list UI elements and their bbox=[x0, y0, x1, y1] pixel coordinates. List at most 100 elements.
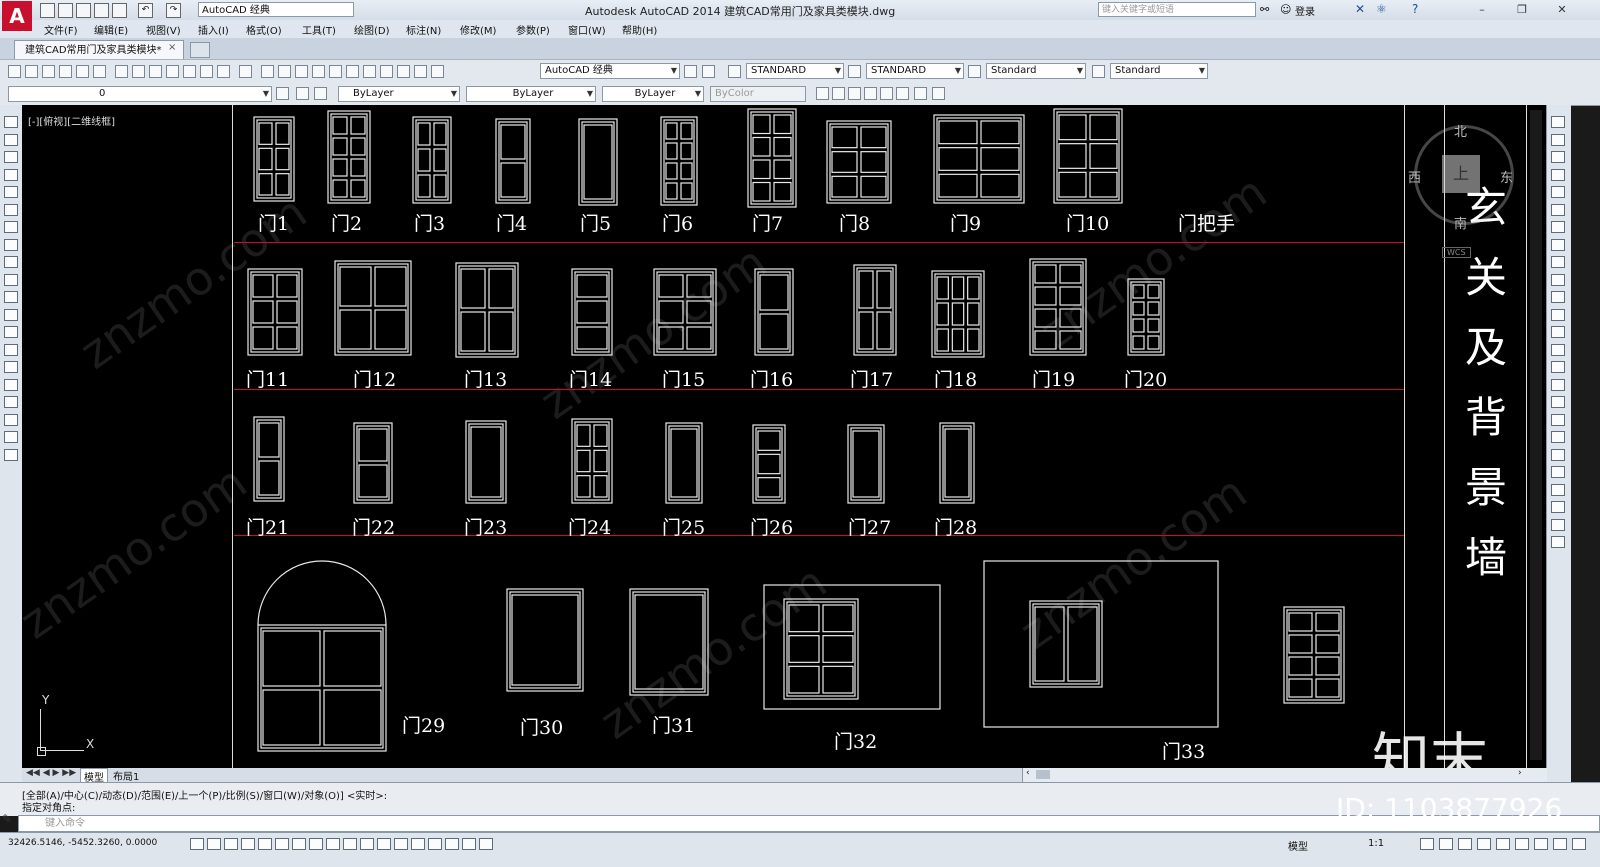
status-toggle-icon[interactable] bbox=[343, 838, 357, 850]
text-style-icon[interactable] bbox=[728, 65, 741, 78]
menu-window[interactable]: 窗口(W) bbox=[568, 22, 606, 37]
open-file-icon[interactable] bbox=[58, 3, 73, 18]
view-icon-7[interactable] bbox=[914, 87, 927, 100]
xline-icon[interactable] bbox=[4, 133, 18, 146]
layer-icon-a[interactable] bbox=[1551, 483, 1565, 496]
break-icon[interactable] bbox=[1551, 326, 1565, 338]
layer-icon-d[interactable] bbox=[1551, 536, 1565, 548]
copy-object-icon[interactable] bbox=[1551, 133, 1565, 146]
point-icon[interactable] bbox=[4, 343, 18, 356]
add-selected-icon[interactable] bbox=[4, 448, 18, 461]
ellipse-arc-icon[interactable] bbox=[4, 291, 18, 303]
extend-icon[interactable] bbox=[1551, 291, 1565, 303]
status-toggle-icon[interactable] bbox=[360, 838, 374, 850]
plot-icon[interactable] bbox=[59, 65, 72, 78]
menu-view[interactable]: 视图(V) bbox=[146, 22, 181, 37]
menu-modify[interactable]: 修改(M) bbox=[460, 22, 496, 37]
publish-icon[interactable] bbox=[93, 65, 106, 78]
offset-icon[interactable] bbox=[1551, 168, 1565, 181]
table-style-combo[interactable]: Standard ▼ bbox=[986, 63, 1086, 79]
mirror-icon[interactable] bbox=[1551, 151, 1565, 163]
zoom-realtime-icon[interactable] bbox=[278, 65, 291, 78]
coordinate-readout[interactable]: 32426.5146, -5452.3260, 0.0000 bbox=[8, 838, 157, 848]
linetype-combo[interactable]: ByLayer ▼ bbox=[466, 86, 596, 102]
menu-format[interactable]: 格式(O) bbox=[246, 22, 282, 37]
open-icon[interactable] bbox=[25, 65, 38, 78]
zoom-previous-icon[interactable] bbox=[312, 65, 325, 78]
pline-icon[interactable] bbox=[4, 151, 18, 163]
menu-edit[interactable]: 编辑(E) bbox=[94, 22, 128, 37]
user-icon[interactable]: ☺ bbox=[1280, 3, 1291, 16]
cut-icon[interactable] bbox=[132, 65, 145, 78]
layer-state-icon[interactable] bbox=[296, 87, 309, 100]
make-block-icon[interactable] bbox=[4, 326, 18, 338]
annotation-scale-button[interactable]: 1:1 bbox=[1368, 838, 1384, 849]
status-toggle-icon[interactable] bbox=[190, 838, 204, 850]
layer-icon-b[interactable] bbox=[1551, 501, 1565, 513]
status-toggle-icon[interactable] bbox=[326, 838, 340, 850]
chamfer-icon[interactable] bbox=[1551, 361, 1565, 373]
view-icon-3[interactable] bbox=[848, 87, 861, 100]
plot-icon[interactable] bbox=[112, 3, 127, 18]
hatch-icon[interactable] bbox=[4, 361, 18, 373]
ellipse-icon[interactable] bbox=[4, 273, 18, 286]
settings-icon[interactable] bbox=[684, 65, 697, 78]
menu-file[interactable]: 文件(F) bbox=[44, 22, 78, 37]
erase-icon[interactable] bbox=[1551, 116, 1565, 128]
viewcube-south[interactable]: 南 bbox=[1454, 213, 1467, 232]
mleader-style-combo[interactable]: Standard ▼ bbox=[1110, 63, 1208, 79]
designcenter-icon[interactable] bbox=[346, 65, 359, 78]
status-toggle-icon[interactable] bbox=[394, 838, 408, 850]
view-icon-6[interactable] bbox=[896, 87, 909, 100]
status-toggle-icon[interactable] bbox=[309, 838, 323, 850]
undo-icon[interactable]: ↶ bbox=[138, 3, 153, 18]
fillet-icon[interactable] bbox=[1551, 378, 1565, 391]
status-toggle-icon[interactable] bbox=[411, 838, 425, 850]
view-icon-4[interactable] bbox=[864, 87, 877, 100]
wcs-menu[interactable]: WCS bbox=[1442, 247, 1471, 258]
mleader-style-icon[interactable] bbox=[1092, 65, 1105, 78]
status-toggle-icon[interactable] bbox=[224, 838, 238, 850]
arc-icon[interactable] bbox=[4, 203, 18, 216]
tab-layout1[interactable]: 布局1 bbox=[110, 768, 142, 783]
view-icon-5[interactable] bbox=[880, 87, 893, 100]
dim-style-icon[interactable] bbox=[848, 65, 861, 78]
layer-combo[interactable]: 0 ▼ bbox=[8, 86, 272, 102]
copy-icon[interactable] bbox=[149, 65, 162, 78]
status-toggle-icon[interactable] bbox=[292, 838, 306, 850]
status-tray-icon[interactable] bbox=[1420, 838, 1434, 850]
save-icon[interactable] bbox=[42, 65, 55, 78]
minimize-button[interactable]: – bbox=[1470, 2, 1494, 17]
status-toggle-icon[interactable] bbox=[207, 838, 221, 850]
paste-icon[interactable] bbox=[166, 65, 179, 78]
login-button[interactable]: 登录 bbox=[1295, 3, 1315, 18]
menu-tools[interactable]: 工具(T) bbox=[302, 22, 336, 37]
binoculars-icon[interactable]: ⚯ bbox=[1260, 3, 1269, 16]
help-icon[interactable] bbox=[431, 65, 444, 78]
region-icon[interactable] bbox=[4, 396, 18, 408]
workspace-settings-icon[interactable] bbox=[702, 65, 715, 78]
vertical-scrollbar[interactable] bbox=[1530, 110, 1542, 760]
rectangle-icon[interactable] bbox=[4, 186, 18, 198]
explode-icon[interactable] bbox=[1551, 413, 1565, 426]
revcloud-icon[interactable] bbox=[4, 238, 18, 251]
menu-parametric[interactable]: 参数(P) bbox=[516, 22, 550, 37]
polygon-icon[interactable] bbox=[4, 168, 18, 181]
undo-icon[interactable] bbox=[217, 65, 230, 78]
tab-close-icon[interactable]: × bbox=[168, 42, 176, 53]
workspace-select[interactable]: AutoCAD 经典 bbox=[198, 2, 354, 17]
text-style-combo[interactable]: STANDARD ▼ bbox=[746, 63, 844, 79]
status-tray-icon[interactable] bbox=[1458, 838, 1472, 850]
zoom-window-icon[interactable] bbox=[295, 65, 308, 78]
toolpalette-icon[interactable] bbox=[363, 65, 376, 78]
color-combo[interactable]: ByLayer ▼ bbox=[338, 86, 460, 102]
circle-icon[interactable] bbox=[4, 221, 18, 233]
3dprint-icon[interactable] bbox=[115, 65, 128, 78]
properties-icon[interactable] bbox=[329, 65, 342, 78]
status-tray-icon[interactable] bbox=[1572, 838, 1586, 850]
calc-icon[interactable] bbox=[414, 65, 427, 78]
view-icon-8[interactable] bbox=[932, 87, 945, 100]
layer-icon-c[interactable] bbox=[1551, 518, 1565, 531]
status-tray-icon[interactable] bbox=[1534, 838, 1548, 850]
rotate-icon[interactable] bbox=[1551, 221, 1565, 233]
